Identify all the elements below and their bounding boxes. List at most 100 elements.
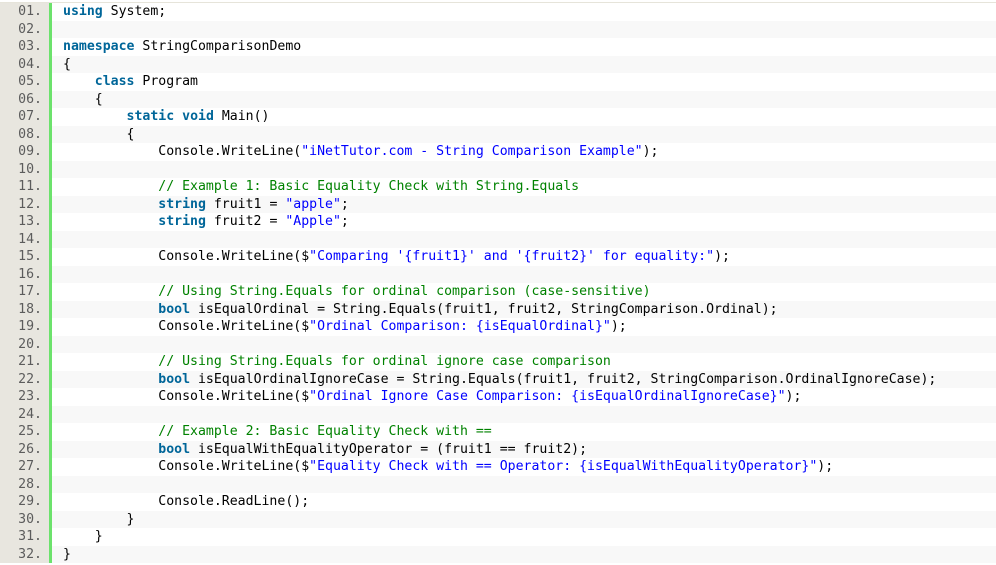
code-token: } xyxy=(126,511,135,527)
code-line: 11. // Example 1: Basic Equality Check w… xyxy=(0,178,996,196)
code-line: 30. } xyxy=(0,510,996,528)
code-token: ); xyxy=(642,144,659,159)
code-line: 15. Console.WriteLine($"Comparing '{frui… xyxy=(0,248,996,266)
keyword-token: bool xyxy=(158,371,191,387)
line-number: 26. xyxy=(0,440,49,458)
code-text: Console.WriteLine($"Equality Check with … xyxy=(49,458,996,476)
line-number: 10. xyxy=(0,160,49,178)
code-text: bool isEqualOrdinalIgnoreCase = String.E… xyxy=(49,370,996,388)
code-line: 02. xyxy=(0,20,996,38)
line-number: 08. xyxy=(0,125,49,143)
code-token: } xyxy=(94,529,103,544)
code-line: 23. Console.WriteLine($"Ordinal Ignore C… xyxy=(0,388,996,406)
code-text: static void Main() xyxy=(49,108,996,126)
line-number: 02. xyxy=(0,20,49,38)
code-text: // Example 2: Basic Equality Check with … xyxy=(49,423,996,441)
line-number: 21. xyxy=(0,353,49,371)
code-line: 19. Console.WriteLine($"Ordinal Comparis… xyxy=(0,318,996,336)
code-listing: 01. using System; 02. 03. namespace StringCo… xyxy=(0,2,996,563)
string-token: "Apple" xyxy=(285,214,341,229)
comment-token: // Example 1: Basic Equality Check with … xyxy=(158,179,580,194)
code-token: ); xyxy=(610,319,627,334)
code-text: using System; xyxy=(49,3,996,21)
code-token: ; xyxy=(340,214,349,229)
code-text xyxy=(49,335,996,353)
line-number: 15. xyxy=(0,248,49,266)
code-text: // Example 1: Basic Equality Check with … xyxy=(49,178,996,196)
code-text: } xyxy=(49,528,996,546)
code-text: { xyxy=(49,125,996,143)
code-token: ); xyxy=(785,389,802,404)
keyword-token: string xyxy=(158,196,206,212)
code-token: Console.WriteLine($ xyxy=(158,319,310,334)
line-number: 18. xyxy=(0,300,49,318)
string-token: "iNetTutor.com - String Comparison Examp… xyxy=(301,144,643,159)
code-text: // Using String.Equals for ordinal ignor… xyxy=(49,353,996,371)
line-number: 13. xyxy=(0,213,49,231)
code-text: bool isEqualOrdinal = String.Equals(frui… xyxy=(49,300,996,318)
line-number: 23. xyxy=(0,388,49,406)
code-line: 21. // Using String.Equals for ordinal i… xyxy=(0,353,996,371)
code-text: string fruit2 = "Apple"; xyxy=(49,213,996,231)
code-text xyxy=(49,265,996,283)
comment-token: // Using String.Equals for ordinal compa… xyxy=(158,284,651,299)
code-line: 28. xyxy=(0,475,996,493)
code-token: } xyxy=(63,546,71,562)
line-number: 16. xyxy=(0,265,49,283)
code-text: { xyxy=(49,55,996,73)
code-line: 24. xyxy=(0,405,996,423)
code-token: fruit1 = xyxy=(205,196,286,212)
line-number: 03. xyxy=(0,38,49,56)
code-token: fruit2 = xyxy=(205,214,286,229)
line-number: 19. xyxy=(0,318,49,336)
keyword-token: void xyxy=(182,109,214,124)
line-number: 27. xyxy=(0,458,49,476)
code-token: Console.WriteLine($ xyxy=(158,389,310,404)
code-line: 25. // Example 2: Basic Equality Check w… xyxy=(0,423,996,441)
comment-token: // Example 2: Basic Equality Check with … xyxy=(158,424,492,439)
keyword-token: bool xyxy=(158,301,191,317)
code-text: Console.ReadLine(); xyxy=(49,493,996,511)
code-token: Console.WriteLine($ xyxy=(158,459,310,474)
keyword-token: static xyxy=(126,109,175,124)
code-token: System; xyxy=(102,4,167,19)
code-text: Console.WriteLine($"Comparing '{fruit1}'… xyxy=(49,248,996,266)
code-text xyxy=(49,230,996,248)
code-line: 09. Console.WriteLine("iNetTutor.com - S… xyxy=(0,143,996,161)
string-token: "Comparing '{fruit1}' and '{fruit2}' for… xyxy=(309,249,715,264)
line-number: 04. xyxy=(0,55,49,73)
keyword-token: namespace xyxy=(63,39,135,54)
code-line: 12. string fruit1 = "apple"; xyxy=(0,195,996,213)
code-line: 04. { xyxy=(0,55,996,73)
code-text: { xyxy=(49,90,996,108)
comment-token: // Using String.Equals for ordinal ignor… xyxy=(158,354,611,369)
code-text xyxy=(49,475,996,493)
line-number: 12. xyxy=(0,195,49,213)
code-token: { xyxy=(63,56,71,72)
code-token: { xyxy=(94,91,103,107)
code-line: 06. { xyxy=(0,90,996,108)
code-text: } xyxy=(49,510,996,528)
keyword-token: class xyxy=(94,74,135,89)
code-token: StringComparisonDemo xyxy=(134,39,302,54)
code-text xyxy=(49,405,996,423)
line-number: 31. xyxy=(0,528,49,546)
code-line: 16. xyxy=(0,265,996,283)
code-line: 13. string fruit2 = "Apple"; xyxy=(0,213,996,231)
code-text xyxy=(49,20,996,38)
code-text: bool isEqualWithEqualityOperator = (frui… xyxy=(49,440,996,458)
code-token: isEqualWithEqualityOperator = (fruit1 ==… xyxy=(190,441,588,457)
line-number: 17. xyxy=(0,283,49,301)
code-text: Console.WriteLine($"Ordinal Comparison: … xyxy=(49,318,996,336)
code-text: string fruit1 = "apple"; xyxy=(49,195,996,213)
